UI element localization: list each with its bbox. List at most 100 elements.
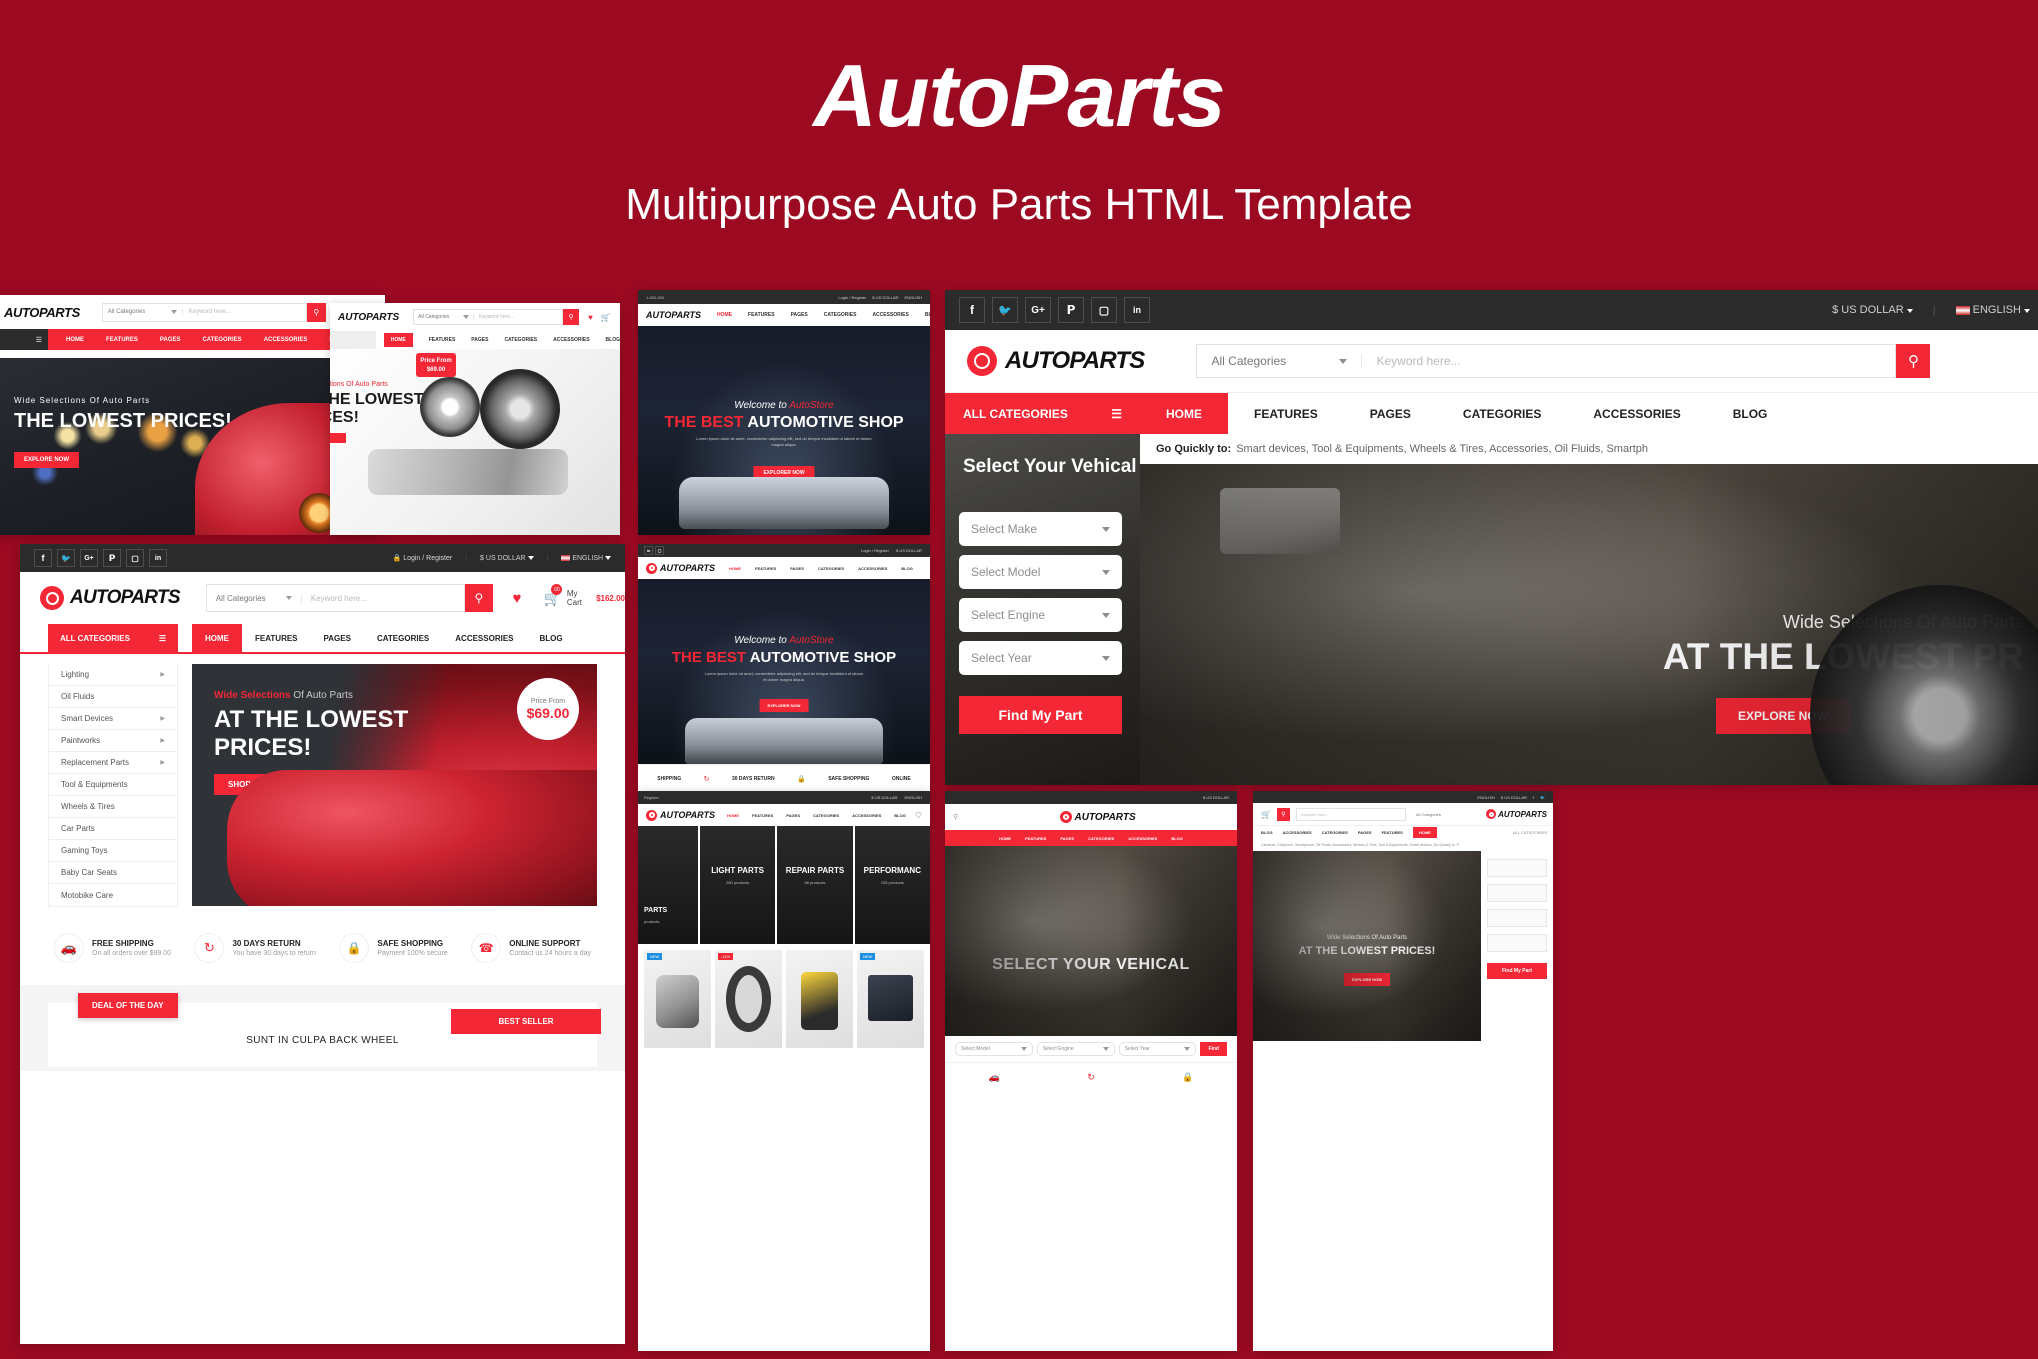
currency-select[interactable]: $ US DOLLAR — [480, 555, 534, 562]
nav-item-accessories[interactable]: ACCESSORIES — [1567, 393, 1706, 434]
search-button[interactable]: ⚲ — [465, 584, 493, 612]
nav-item-categories[interactable]: CATEGORIES — [1088, 836, 1114, 841]
category-tile-repair-parts[interactable]: REPAIR PARTS 86 products — [777, 826, 853, 944]
sidebar-item-baby-car-seats[interactable]: Baby Car Seats — [49, 862, 177, 884]
hero-banner[interactable]: Wide Selections Of Auto Parts AT THE LOW… — [330, 349, 620, 535]
sidebar-item-motobike-care[interactable]: Motobike Care — [49, 884, 177, 906]
facebook-icon[interactable]: f — [1533, 795, 1534, 800]
nav-item-pages[interactable]: PAGES — [1060, 836, 1074, 841]
screenshot-categories[interactable]: Register $ US DOLLAR ENGLISH AUTOPARTS H… — [638, 791, 930, 1351]
screenshot-vehical-finder[interactable]: $ US DOLLAR ⚲ AUTOPARTS HOME FEATURES PA… — [945, 791, 1237, 1351]
sidebar-panel[interactable]: Find My Part — [1481, 851, 1553, 1041]
select-engine[interactable]: Select Engine — [1036, 1042, 1115, 1056]
language-select[interactable]: ENGLISH — [1955, 304, 2030, 316]
language-select[interactable]: ENGLISH — [561, 555, 611, 562]
instagram-icon[interactable]: ▢ — [126, 549, 144, 567]
nav-item-home[interactable]: HOME — [383, 333, 413, 347]
search-input[interactable]: Keyword here... — [183, 309, 306, 315]
nav-item-categories[interactable]: CATEGORIES — [824, 312, 857, 318]
vehical-finder-panel[interactable]: Select Your Vehical Select Make Select M… — [945, 434, 1140, 785]
nav-item-pages[interactable]: PAGES — [311, 624, 364, 652]
sidebar-item-wheels-tires[interactable]: Wheels & Tires — [49, 796, 177, 818]
login-link[interactable]: Login / Register — [838, 295, 866, 300]
search-button[interactable]: ⚲ — [306, 302, 326, 322]
search-button[interactable]: ⚲ — [1896, 344, 1931, 378]
nav-item-features[interactable]: FEATURES — [752, 813, 773, 818]
screenshot-home-3[interactable]: 1-800-000 Login / Register $ US DOLLAR E… — [638, 290, 930, 535]
hero-banner[interactable]: Wide Selections Of Auto Parts THE LOWEST… — [0, 358, 375, 535]
heart-icon[interactable]: ♥ — [588, 313, 593, 322]
search-input[interactable]: Keyword here... — [474, 314, 562, 320]
nav-item-accessories[interactable]: ACCESSORIES — [1128, 836, 1157, 841]
screenshot-home-4[interactable]: f 🐦 G+ 𝗣 ▢ in $ US DOLLAR | ENGLISH AUTO… — [945, 290, 2038, 785]
linkedin-icon[interactable]: in — [149, 549, 167, 567]
search-bar[interactable]: Keyword here... — [1295, 807, 1406, 821]
sidebar-item-car-parts[interactable]: Car Parts — [49, 818, 177, 840]
pinterest-icon[interactable]: 𝗣 — [103, 549, 121, 567]
nav-item-pages[interactable]: PAGES — [1344, 393, 1437, 434]
facebook-icon[interactable]: f — [34, 549, 52, 567]
nav-item-pages[interactable]: PAGES — [790, 566, 804, 571]
heart-icon[interactable]: ♡ — [915, 811, 922, 820]
go-quickly-links[interactable]: Smart devices, Tool & Equipments, Wheels… — [1236, 443, 1648, 455]
nav-item-home[interactable]: HOME — [729, 566, 741, 571]
nav-item-blog[interactable]: BLOG — [901, 566, 913, 571]
nav-item-categories[interactable]: CATEGORIES — [1322, 830, 1348, 835]
nav-item-home[interactable]: HOME — [1140, 393, 1228, 434]
sidebar-item-oil-fluids[interactable]: Oil Fluids — [49, 686, 177, 708]
screenshot-home-1[interactable]: AUTOPARTS All Categories Keyword here...… — [0, 295, 385, 535]
sidebar-field[interactable] — [1487, 859, 1547, 877]
nav-item-features[interactable]: FEATURES — [1382, 830, 1403, 835]
nav-item-categories[interactable]: CATEGORIES — [202, 337, 241, 343]
nav-item-categories[interactable]: CATEGORIES — [504, 337, 537, 343]
search-bar[interactable]: All Categories Keyword here... — [205, 584, 466, 612]
sidebar-item-tool-equipments[interactable]: Tool & Equipments — [49, 774, 177, 796]
nav-item-features[interactable]: FEATURES — [1228, 393, 1344, 434]
twitter-icon[interactable]: 🐦 — [992, 297, 1018, 323]
currency-select[interactable]: $ US DOLLAR — [1832, 304, 1913, 316]
deal-of-the-day-tag[interactable]: DEAL OF THE DAY — [78, 993, 178, 1018]
select-model[interactable]: Select Model — [955, 1042, 1033, 1056]
nav-item-features[interactable]: FEATURES — [242, 624, 311, 652]
hero-banner[interactable]: Welcome to AutoStore THE BEST AUTOMOTIVE… — [638, 326, 930, 535]
search-category-select[interactable]: All Categories — [1197, 354, 1363, 368]
screenshot-home-6[interactable]: ENGLISH $ US DOLLAR f 🐦 🛒 ⚲ Keyword here… — [1253, 791, 1553, 1351]
nav-item-categories[interactable]: CATEGORIES — [813, 813, 839, 818]
language-select[interactable]: ENGLISH — [904, 295, 922, 300]
nav-item-pages[interactable]: PAGES — [471, 337, 488, 343]
currency-select[interactable]: $ US DOLLAR — [872, 295, 898, 300]
hero-banner[interactable]: SELECT YOUR VEHICAL — [945, 846, 1237, 1036]
search-button[interactable]: ⚲ — [1276, 807, 1290, 821]
find-my-part-button[interactable]: Find My Part — [959, 696, 1122, 734]
nav-item-accessories[interactable]: ACCESSORIES — [852, 813, 881, 818]
nav-item-home[interactable]: HOME — [1412, 827, 1437, 838]
screenshot-home-2[interactable]: AUTOPARTS All Categories Keyword here...… — [330, 303, 620, 535]
select-make[interactable]: Select Make — [959, 512, 1122, 546]
nav-item-categories[interactable]: CATEGORIES — [1437, 393, 1567, 434]
nav-item-accessories[interactable]: ACCESSORIES — [264, 337, 308, 343]
select-model[interactable]: Select Model — [959, 555, 1122, 589]
instagram-icon[interactable]: ▢ — [1091, 297, 1117, 323]
hero-banner[interactable]: Wide Selections Of Auto Parts AT THE LOW… — [1140, 464, 2038, 785]
nav-item-accessories[interactable]: ACCESSORIES — [442, 624, 526, 652]
category-sidebar[interactable]: Lighting ▶ Oil Fluids Smart Devices ▶ Pain… — [48, 664, 178, 907]
nav-item-home[interactable]: HOME — [717, 312, 732, 318]
cart-widget[interactable]: 🛒 00 My Cart $162.00 — [543, 584, 625, 607]
hero-banner[interactable]: Wide Selections Of Auto Parts AT THE LOW… — [192, 664, 597, 906]
banner-cta-button[interactable]: EXPLORER NOW — [759, 699, 809, 712]
sidebar-field[interactable] — [1487, 909, 1547, 927]
login-link[interactable]: Login / Register — [861, 548, 889, 553]
nav-item-blog[interactable]: BLOG — [1707, 393, 1794, 434]
product-card[interactable] — [786, 950, 853, 1048]
search-bar[interactable]: All Categories Keyword here... — [413, 309, 564, 325]
banner-cta-button[interactable]: EXPLORE NOW — [1343, 973, 1391, 986]
banner-cta-button[interactable]: EXPLORE NOW — [14, 452, 80, 468]
linkedin-icon[interactable]: in — [644, 546, 653, 555]
sidebar-item-smart-devices[interactable]: Smart Devices ▶ — [49, 708, 177, 730]
search-bar[interactable]: All Categories Keyword here... — [101, 302, 307, 322]
category-tile-performance[interactable]: PERFORMANC 105 products — [854, 826, 930, 944]
currency-select[interactable]: $ US DOLLAR — [1501, 795, 1527, 800]
currency-select[interactable]: $ US DOLLAR — [871, 795, 897, 800]
nav-item-pages[interactable]: PAGES — [1358, 830, 1372, 835]
heart-icon[interactable]: ♥ — [513, 590, 522, 607]
